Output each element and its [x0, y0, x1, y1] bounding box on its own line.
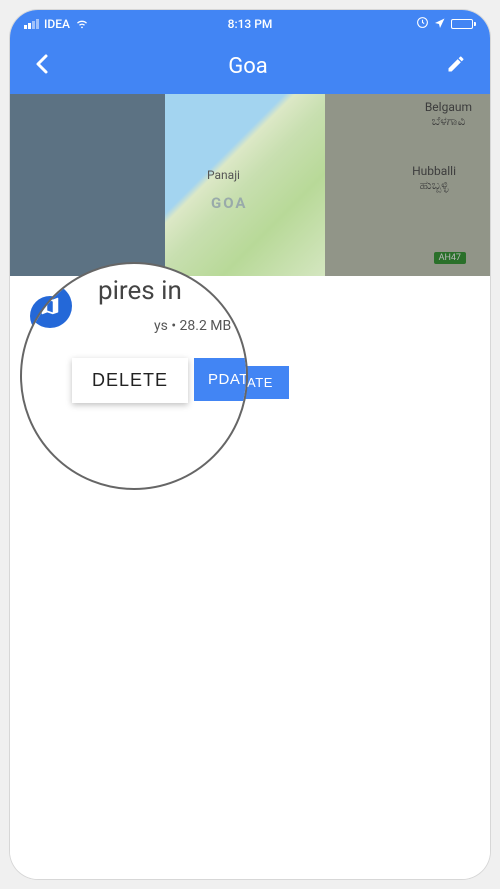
delete-button[interactable]: DELETE [72, 358, 188, 403]
content-area: pires in ys • 28.2 MB PDATE pires in ys … [10, 276, 490, 879]
signal-icon [24, 19, 39, 29]
map-active-region: Panaji GOA [165, 94, 325, 276]
map-label-belgaum: Belgaum ಬೆಳಗಾವಿ [425, 100, 472, 129]
map-preview[interactable]: Panaji GOA Belgaum ಬೆಳಗಾವಿ Hubballi ಹುಬ್… [10, 94, 490, 276]
pencil-icon [446, 54, 466, 74]
carrier-label: IDEA [44, 17, 70, 31]
nav-bar: Goa [10, 38, 490, 94]
device-frame: IDEA 8:13 PM Goa [10, 10, 490, 879]
back-button[interactable] [26, 44, 58, 88]
highway-badge: AH47 [434, 252, 466, 264]
zoom-size-info: ys • 28.2 MB [154, 318, 231, 334]
battery-icon [451, 19, 476, 29]
map-dim-left [10, 94, 165, 276]
orientation-lock-icon [416, 16, 429, 32]
zoom-highlight: pires in ys • 28.2 MB DELETE PDATE [20, 262, 248, 490]
chevron-left-icon [34, 52, 50, 76]
page-title: Goa [228, 54, 268, 79]
status-left: IDEA [24, 16, 89, 33]
map-icon [39, 295, 61, 317]
map-label-panaji: Panaji [207, 168, 240, 182]
status-time: 8:13 PM [228, 17, 273, 31]
zoom-maps-app-badge [28, 284, 72, 328]
map-label-hubballi-en: Hubballi [412, 164, 456, 178]
status-right [416, 16, 476, 32]
zoom-expiry-heading: pires in [98, 276, 182, 306]
map-label-hubballi-native: ಹುಬ್ಬಳ್ಳಿ [420, 178, 449, 192]
location-icon [434, 17, 446, 32]
edit-button[interactable] [438, 46, 474, 86]
map-label-belgaum-native: ಬೆಳಗಾವಿ [432, 114, 466, 128]
map-label-belgaum-en: Belgaum [425, 100, 472, 114]
status-bar: IDEA 8:13 PM [10, 10, 490, 38]
map-label-goa: GOA [211, 194, 248, 212]
zoom-update-button[interactable]: PDATE [194, 358, 248, 401]
map-label-hubballi: Hubballi ಹುಬ್ಬಳ್ಳಿ [412, 164, 456, 193]
map-dim-right: Belgaum ಬೆಳಗಾವಿ Hubballi ಹುಬ್ಬಳ್ಳಿ AH47 [325, 94, 490, 276]
wifi-icon [75, 16, 89, 33]
